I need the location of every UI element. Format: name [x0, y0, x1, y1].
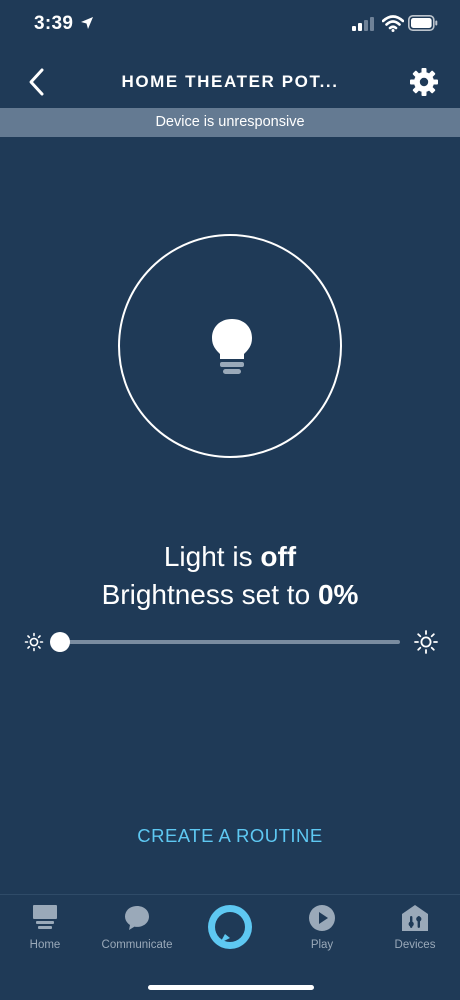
create-routine-link[interactable]: CREATE A ROUTINE: [0, 825, 460, 847]
brightness-low-icon: [24, 632, 44, 652]
nav-item-play[interactable]: Play: [277, 903, 367, 963]
nav-label-communicate: Communicate: [101, 939, 173, 951]
status-bar: 3:39: [0, 0, 460, 50]
light-bulb-icon: [212, 319, 252, 374]
nav-item-home[interactable]: Home: [0, 903, 90, 963]
nav-item-devices[interactable]: Devices: [370, 903, 460, 963]
wifi-icon: [382, 15, 404, 32]
nav-label-devices: Devices: [394, 939, 436, 951]
header: HOME THEATER POT...: [0, 56, 460, 108]
nav-label-play: Play: [310, 939, 334, 951]
nav-item-communicate[interactable]: Communicate: [92, 903, 182, 963]
brightness-slider[interactable]: [50, 632, 400, 652]
play-icon: [309, 905, 335, 931]
brightness-line: Brightness set to 0%: [101, 579, 359, 610]
light-state-line: Light is off: [163, 541, 297, 572]
location-arrow-icon: [81, 17, 93, 29]
alexa-icon[interactable]: [206, 903, 254, 951]
brightness-high-icon: [414, 630, 438, 654]
battery-icon: [408, 15, 438, 31]
brightness-value: 0%: [317, 579, 359, 610]
unresponsive-banner: Device is unresponsive: [0, 108, 460, 137]
page-title: HOME THEATER POT...: [121, 72, 339, 91]
devices-icon: [402, 905, 428, 931]
nav-label-home: Home: [29, 939, 61, 951]
brightness-slider-thumb[interactable]: [50, 632, 70, 652]
light-state-value: off: [260, 541, 297, 572]
device-screen: 3:39 HOME THEATER POT... Device is unres…: [0, 0, 460, 1000]
device-status-text: Light is off Brightness set to 0%: [0, 538, 460, 614]
power-toggle-button[interactable]: [118, 234, 342, 458]
home-indicator[interactable]: [148, 985, 314, 990]
cellular-signal-icon: [352, 17, 374, 31]
gear-icon[interactable]: [408, 66, 440, 98]
home-icon: [33, 905, 57, 929]
chat-icon: [125, 906, 149, 930]
brightness-slider-row: [0, 622, 460, 662]
back-chevron-icon[interactable]: [24, 66, 50, 98]
status-time: 3:39: [34, 13, 74, 34]
